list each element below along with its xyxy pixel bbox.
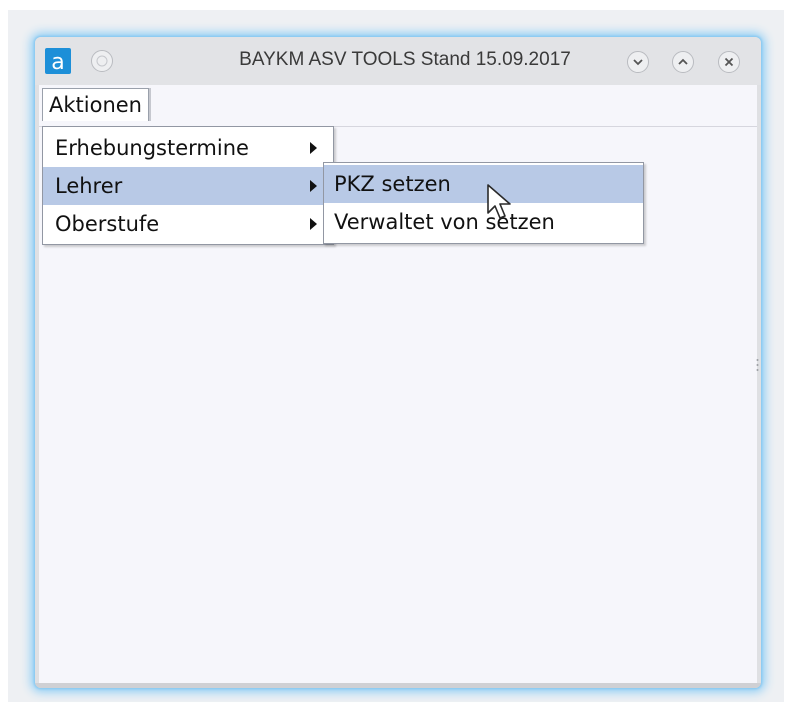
window-title: BAYKM ASV TOOLS Stand 15.09.2017 <box>239 49 571 70</box>
menu-item-erhebungstermine[interactable]: Erhebungstermine <box>43 129 333 167</box>
menu-item-oberstufe[interactable]: Oberstufe <box>43 205 333 243</box>
chevron-up-icon <box>678 58 688 65</box>
submenu-arrow-icon <box>310 142 317 154</box>
mouse-pointer-icon <box>487 184 511 219</box>
aktionen-dropdown: Erhebungstermine Lehrer Oberstufe <box>42 126 334 245</box>
resize-grip-icon[interactable] <box>756 358 759 372</box>
title-bar[interactable]: a BAYKM ASV TOOLS Stand 15.09.2017 <box>35 37 761 85</box>
window-bottom-border <box>35 683 761 688</box>
maximize-button[interactable] <box>672 51 694 73</box>
close-icon <box>724 57 734 67</box>
menu-bar: Aktionen <box>39 85 757 127</box>
chevron-down-icon <box>633 59 643 66</box>
submenu-arrow-icon <box>310 180 317 192</box>
close-button[interactable] <box>718 51 740 73</box>
svg-text:a: a <box>51 50 64 74</box>
minimize-button[interactable] <box>627 51 649 73</box>
submenu-arrow-icon <box>310 218 317 230</box>
menu-item-lehrer[interactable]: Lehrer <box>43 167 333 205</box>
menu-aktionen[interactable]: Aktionen <box>42 88 149 121</box>
window-menu-button[interactable] <box>91 50 113 72</box>
app-logo-icon: a <box>45 48 71 74</box>
